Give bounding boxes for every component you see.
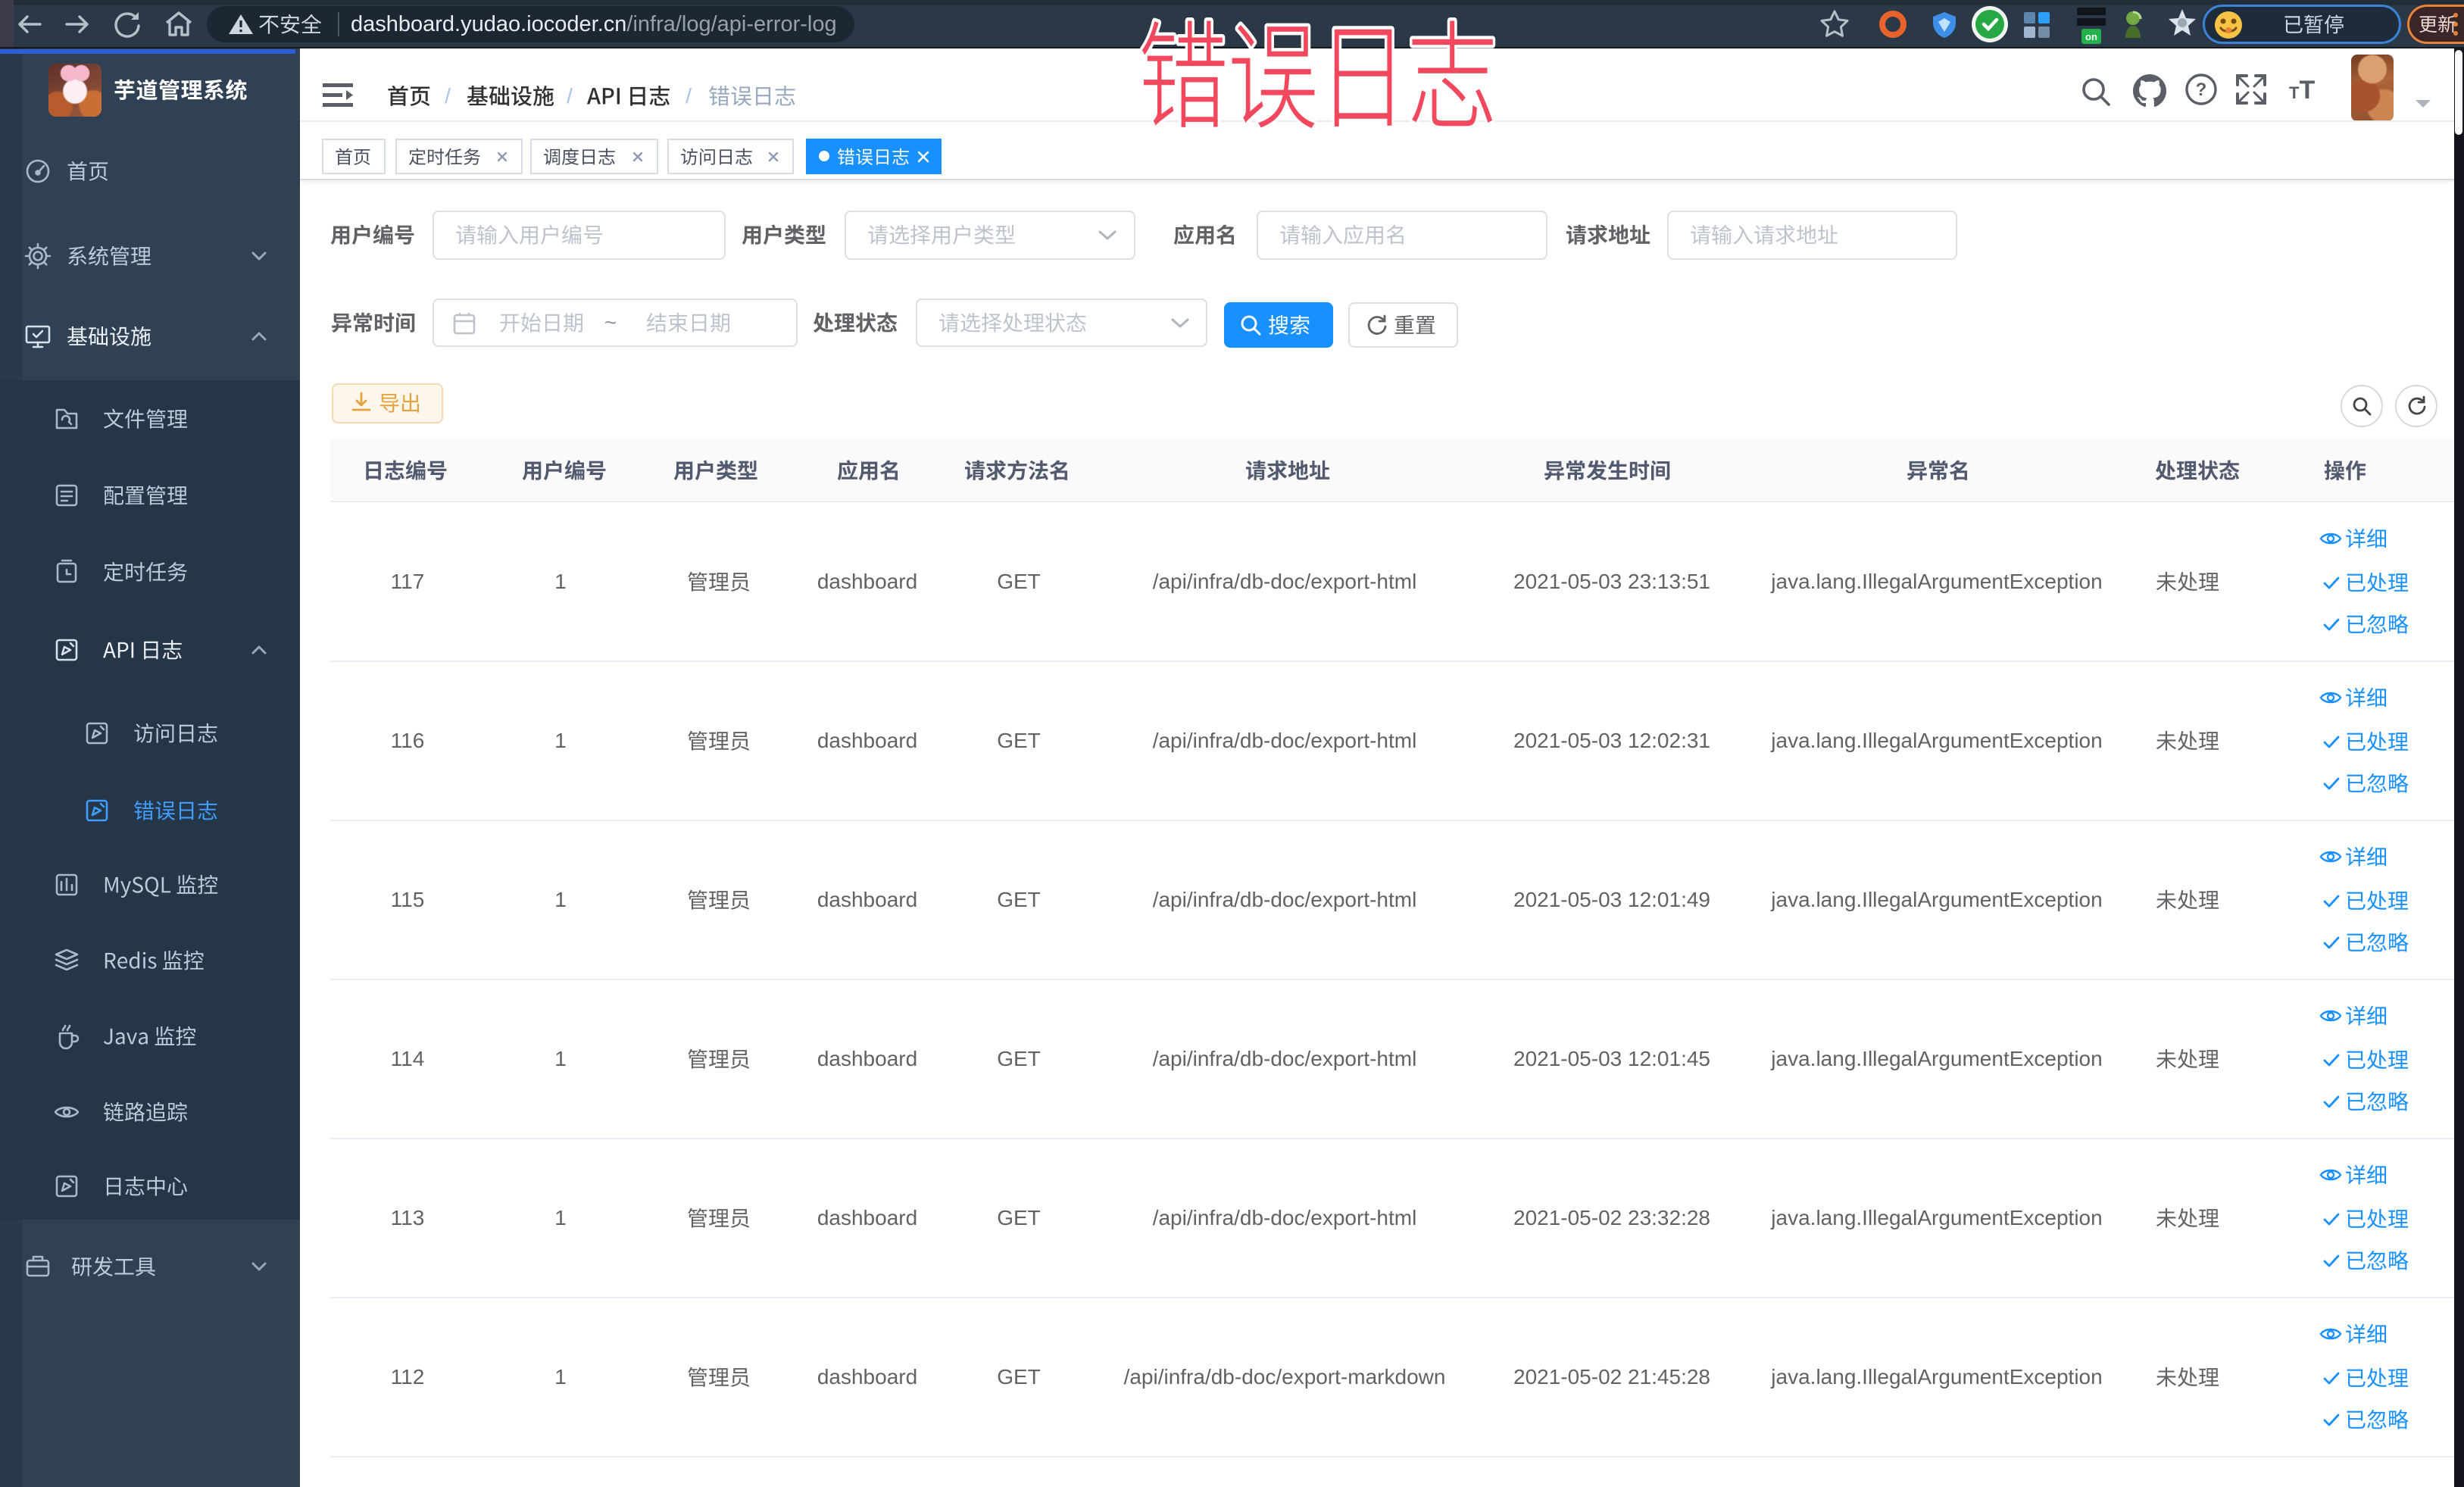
svg-text:on: on (2085, 31, 2097, 42)
svg-text:?: ? (2196, 80, 2207, 100)
